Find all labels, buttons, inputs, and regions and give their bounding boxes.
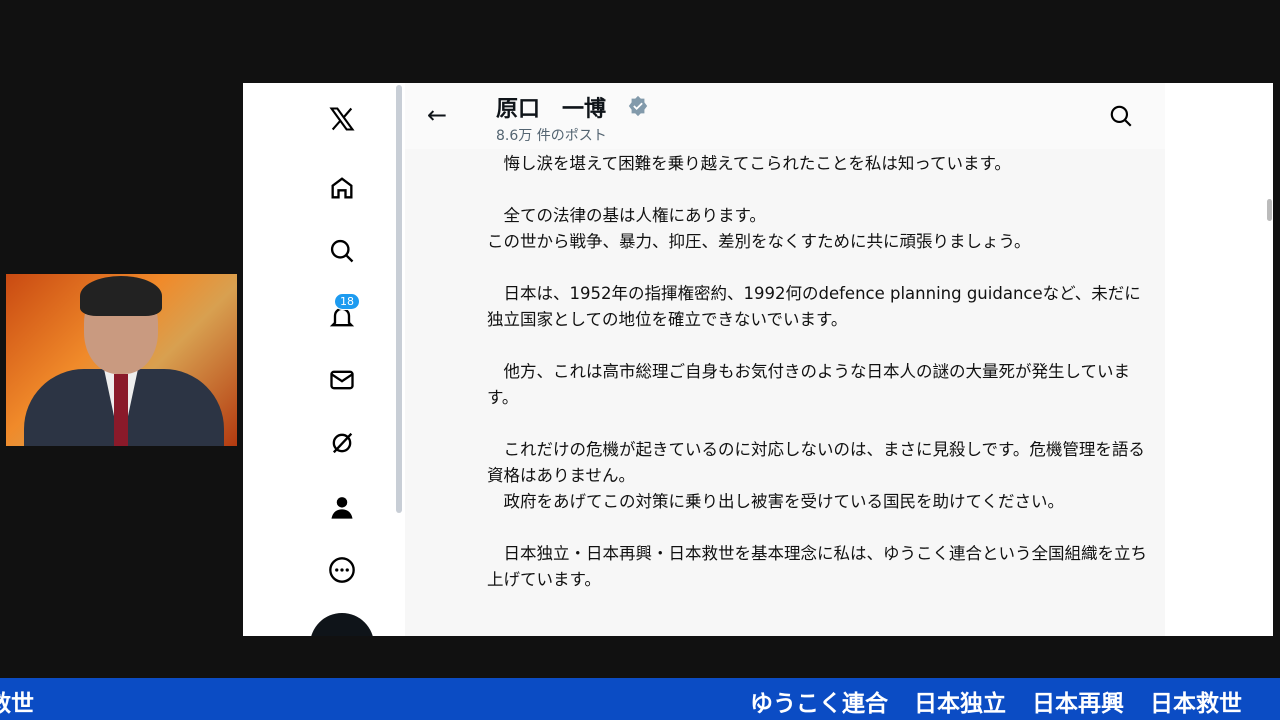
x-profile-screen: 18 ← 原口 一博 8.6万 件のポスト 悔し涙を堪えて困難を乗り越えてこられ… bbox=[243, 83, 1273, 636]
home-icon[interactable] bbox=[326, 172, 358, 204]
verified-badge-icon bbox=[628, 95, 648, 117]
scroll-divider bbox=[396, 85, 402, 513]
ticker-text-right: ゆうこく連合 日本独立 日本再興 日本救世 bbox=[749, 691, 1242, 717]
paragraph: 日本独立・日本再興・日本救世を基本理念に私は、ゆうこく連合という全国組織を立ち上… bbox=[487, 544, 1147, 589]
search-icon[interactable] bbox=[326, 235, 358, 267]
notification-badge: 18 bbox=[334, 293, 360, 310]
profile-header: ← 原口 一博 8.6万 件のポスト bbox=[405, 83, 1165, 149]
more-icon[interactable] bbox=[326, 554, 358, 586]
paragraph: これだけの危機が起きているのに対応しないのは、まさに見殺しです。危機管理を語る資… bbox=[487, 440, 1145, 511]
timeline: ← 原口 一博 8.6万 件のポスト 悔し涙を堪えて困難を乗り越えてこられたこと… bbox=[405, 83, 1165, 636]
webcam-video bbox=[6, 274, 237, 446]
sidebar: 18 bbox=[243, 83, 395, 636]
paragraph: 全ての法律の基は人権にあります。 この世から戦争、暴力、抑圧、差別をなくすために… bbox=[487, 206, 1031, 251]
paragraph: 日本は、1952年の指揮権密約、1992何のdefence planning g… bbox=[487, 284, 1141, 329]
profile-name: 原口 一博 bbox=[496, 97, 607, 122]
news-ticker: 救世 ゆうこく連合 日本独立 日本再興 日本救世 bbox=[0, 678, 1280, 720]
messages-icon[interactable] bbox=[326, 364, 358, 396]
x-logo-icon[interactable] bbox=[326, 103, 358, 135]
post-text: 悔し涙を堪えて困難を乗り越えてこられたことを私は知っています。 全ての法律の基は… bbox=[487, 151, 1157, 619]
scrollbar[interactable] bbox=[1267, 199, 1272, 221]
back-arrow-icon[interactable]: ← bbox=[427, 101, 447, 129]
post-button[interactable] bbox=[310, 613, 374, 636]
paragraph: 他方、これは高市総理ご自身もお気付きのような日本人の謎の大量死が発生しています。 bbox=[487, 362, 1131, 407]
ticker-text-left: 救世 bbox=[0, 691, 34, 717]
grok-icon[interactable] bbox=[326, 427, 358, 459]
search-icon[interactable] bbox=[1108, 103, 1134, 129]
post-count: 8.6万 件のポスト bbox=[496, 128, 607, 144]
paragraph: 悔し涙を堪えて困難を乗り越えてこられたことを私は知っています。 bbox=[487, 154, 1011, 173]
profile-icon[interactable] bbox=[326, 491, 358, 523]
